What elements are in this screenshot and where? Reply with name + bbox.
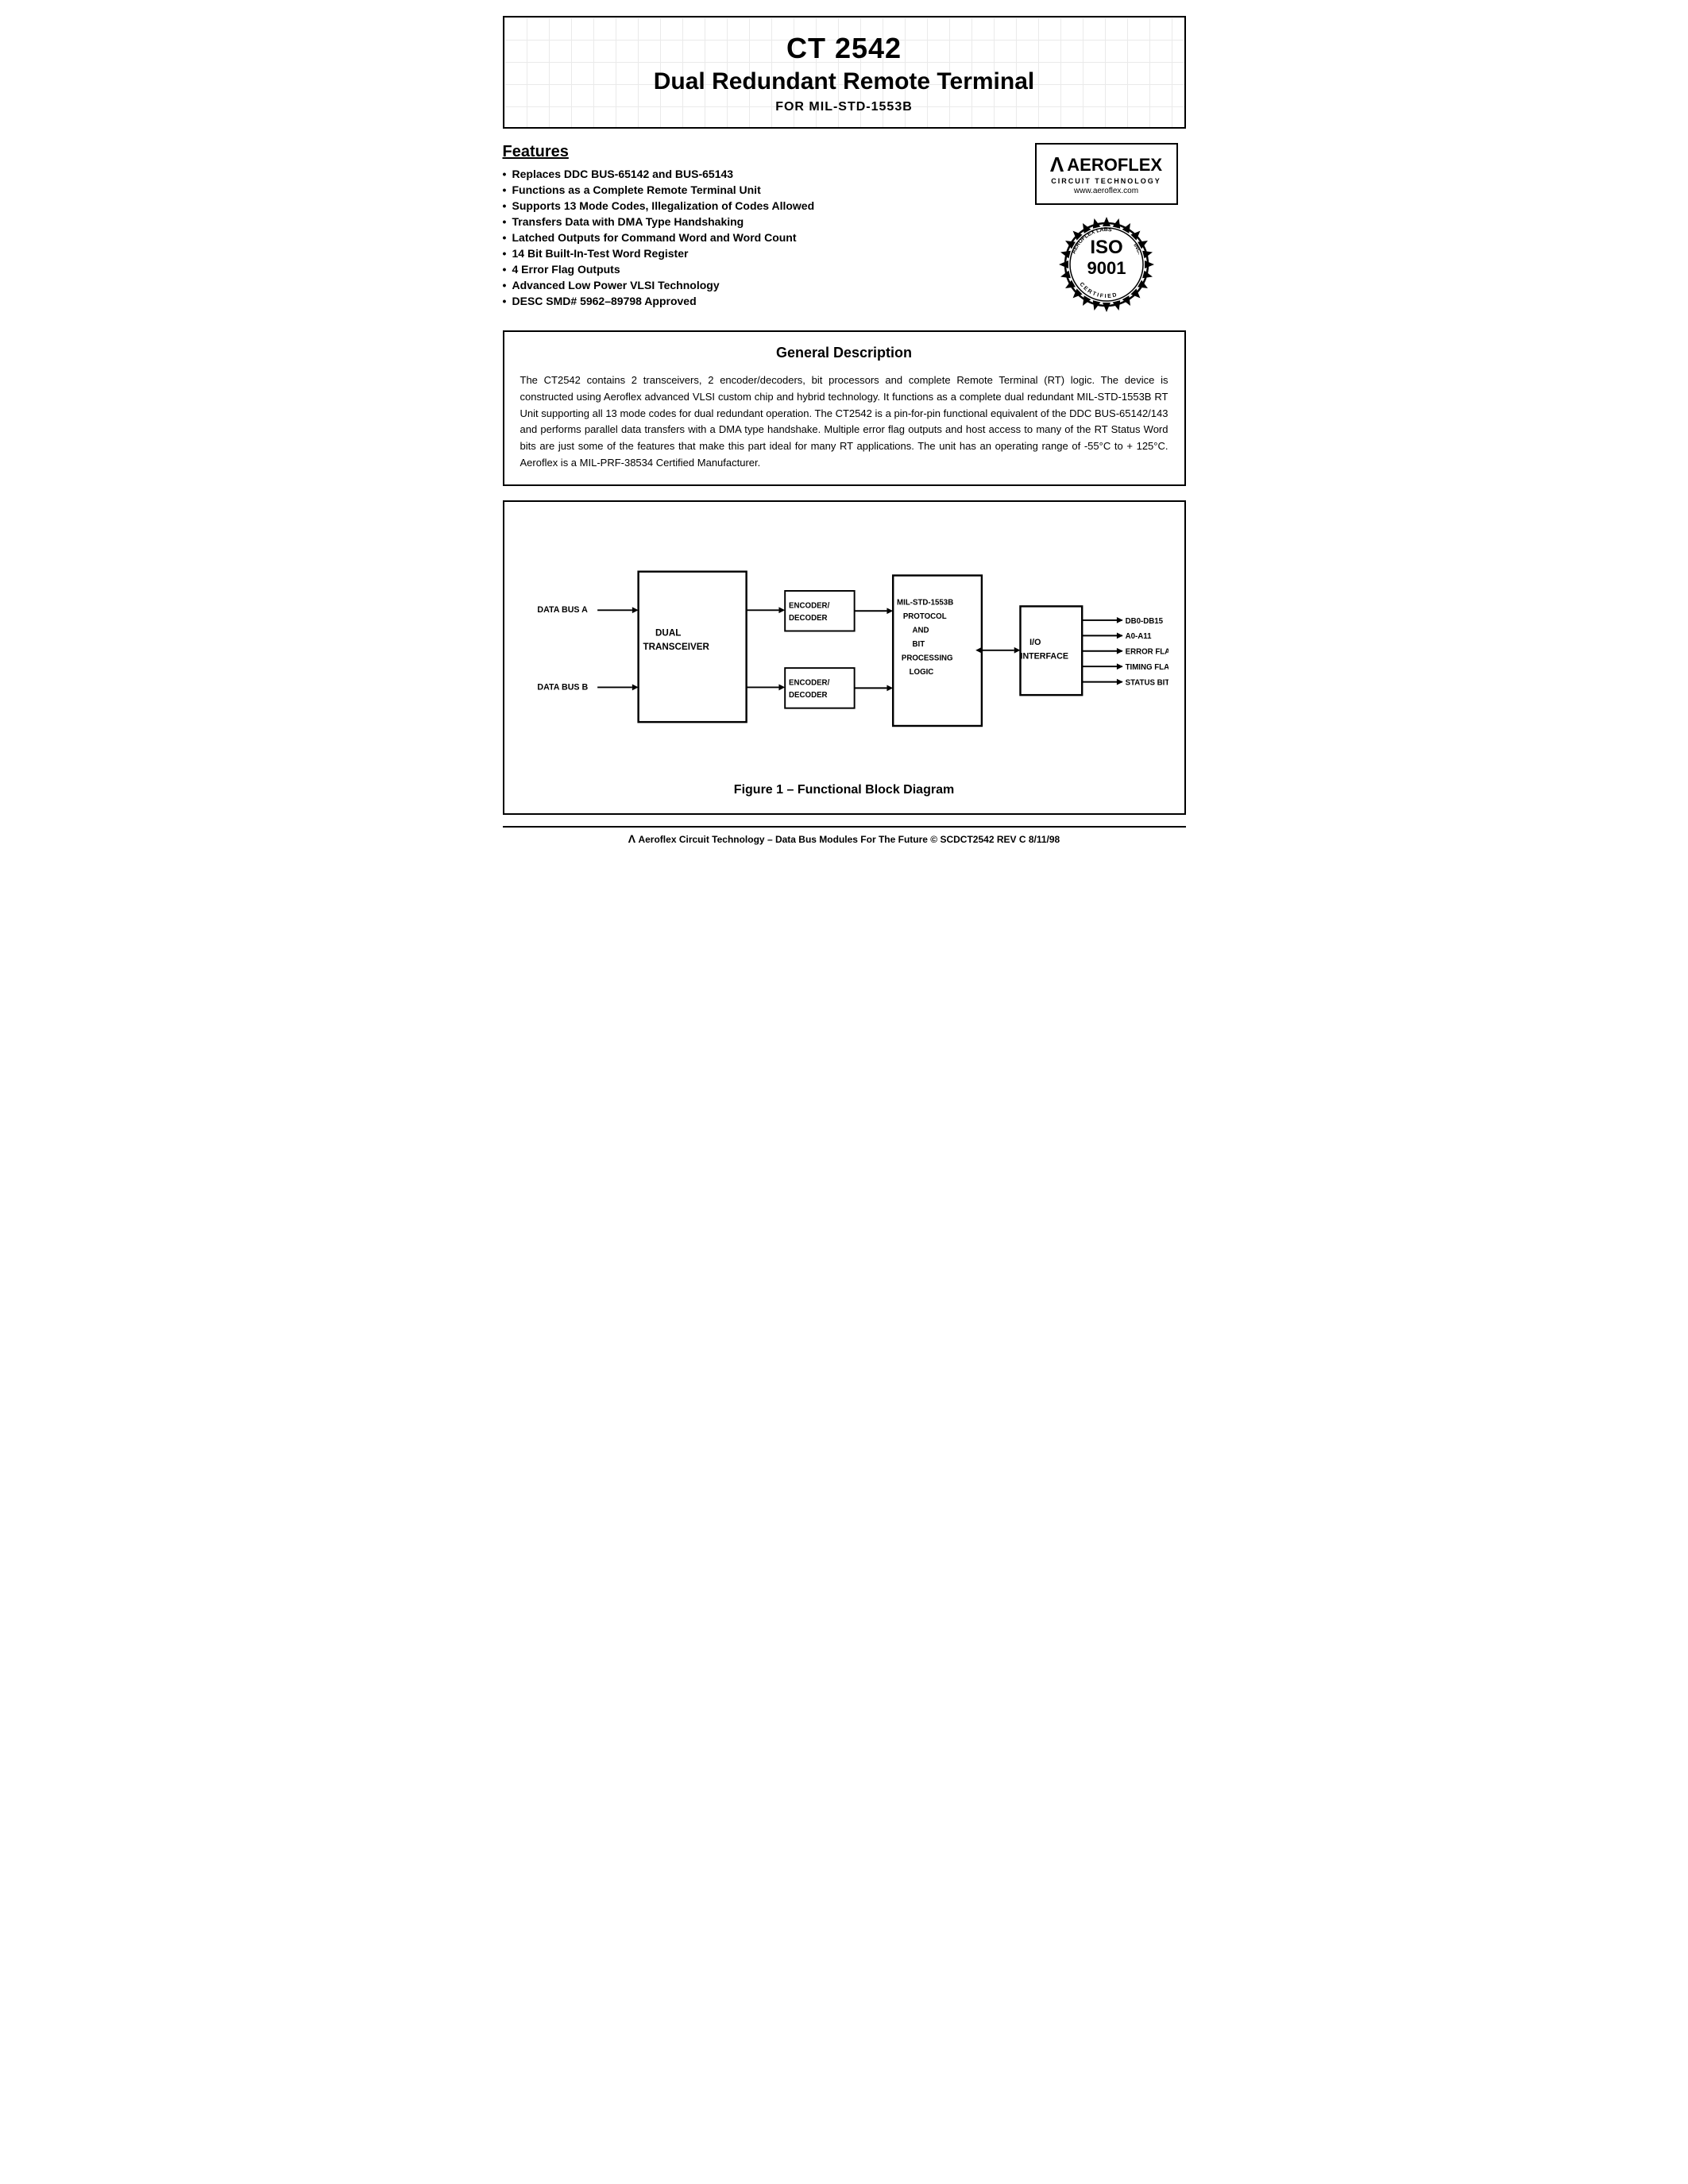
feature-item: Supports 13 Mode Codes, Illegalization o…: [503, 199, 1011, 212]
svg-text:DECODER: DECODER: [789, 614, 828, 623]
features-left: Features Replaces DDC BUS-65142 and BUS-…: [503, 143, 1011, 311]
svg-text:AND: AND: [912, 626, 929, 635]
footer: Λ Aeroflex Circuit Technology – Data Bus…: [503, 826, 1186, 845]
product-standard: FOR MIL-STD-1553B: [520, 100, 1168, 114]
svg-text:ERROR FLAG: ERROR FLAG: [1125, 647, 1168, 656]
features-right: Λ AEROFLEX CIRCUIT TECHNOLOGY www.aerofl…: [1027, 143, 1186, 316]
svg-text:9001: 9001: [1087, 258, 1126, 278]
svg-text:A0-A11: A0-A11: [1125, 632, 1152, 641]
product-name: Dual Redundant Remote Terminal: [520, 68, 1168, 95]
feature-item: 14 Bit Built-In-Test Word Register: [503, 247, 1011, 260]
svg-text:DUAL: DUAL: [655, 627, 681, 638]
svg-text:INTERFACE: INTERFACE: [1020, 651, 1068, 661]
svg-text:PROTOCOL: PROTOCOL: [902, 612, 946, 621]
diagram-title: Figure 1 – Functional Block Diagram: [520, 783, 1168, 797]
diagram-box: DATA BUS A DATA BUS B DUAL TRANSCEIVER: [503, 500, 1186, 815]
feature-item: 4 Error Flag Outputs: [503, 263, 1011, 276]
feature-item: Advanced Low Power VLSI Technology: [503, 279, 1011, 291]
aeroflex-url: www.aeroflex.com: [1049, 187, 1164, 195]
feature-item: Latched Outputs for Command Word and Wor…: [503, 231, 1011, 244]
description-box: General Description The CT2542 contains …: [503, 330, 1186, 486]
aeroflex-A-icon: Λ: [1050, 152, 1064, 177]
header-content: CT 2542 Dual Redundant Remote Terminal F…: [504, 17, 1184, 127]
svg-text:BIT: BIT: [912, 640, 925, 649]
svg-text:ENCODER/: ENCODER/: [789, 678, 830, 687]
svg-text:LOGIC: LOGIC: [909, 668, 933, 677]
svg-text:DB0-DB15: DB0-DB15: [1125, 617, 1163, 626]
description-title: General Description: [520, 345, 1168, 361]
svg-text:MIL-STD-1553B: MIL-STD-1553B: [897, 598, 953, 607]
features-section: Features Replaces DDC BUS-65142 and BUS-…: [503, 143, 1186, 316]
features-heading: Features: [503, 143, 1011, 161]
svg-text:DATA BUS A: DATA BUS A: [537, 605, 588, 615]
iso-badge: ISO 9001 AEROFLEX LABS INC. C E R T I F …: [1055, 213, 1158, 316]
svg-text:ENCODER/: ENCODER/: [789, 601, 830, 610]
svg-text:TRANSCEIVER: TRANSCEIVER: [643, 642, 709, 652]
svg-text:DECODER: DECODER: [789, 691, 828, 700]
svg-text:I/O: I/O: [1029, 638, 1041, 647]
product-number: CT 2542: [520, 32, 1168, 65]
header-box: CT 2542 Dual Redundant Remote Terminal F…: [503, 16, 1186, 129]
svg-text:PROCESSING: PROCESSING: [901, 654, 952, 662]
feature-item: DESC SMD# 5962–89798 Approved: [503, 295, 1011, 307]
block-diagram-svg: DATA BUS A DATA BUS B DUAL TRANSCEIVER: [520, 518, 1168, 772]
aeroflex-name: AEROFLEX: [1067, 155, 1162, 176]
iso-badge-svg: ISO 9001 AEROFLEX LABS INC. C E R T I F …: [1055, 213, 1158, 316]
feature-item: Transfers Data with DMA Type Handshaking: [503, 215, 1011, 228]
svg-text:TIMING FLAGS: TIMING FLAGS: [1125, 663, 1168, 672]
feature-item: Functions as a Complete Remote Terminal …: [503, 183, 1011, 196]
footer-text: Aeroflex Circuit Technology – Data Bus M…: [638, 834, 1060, 845]
feature-item: Replaces DDC BUS-65142 and BUS-65143: [503, 168, 1011, 180]
aeroflex-subtitle: CIRCUIT TECHNOLOGY: [1049, 177, 1164, 185]
svg-text:STATUS BITS: STATUS BITS: [1125, 678, 1168, 687]
footer-aeroflex-icon: Λ: [628, 832, 635, 845]
diagram-svg-container: DATA BUS A DATA BUS B DUAL TRANSCEIVER: [520, 518, 1168, 772]
features-list: Replaces DDC BUS-65142 and BUS-65143 Func…: [503, 168, 1011, 307]
aeroflex-logo-box: Λ AEROFLEX CIRCUIT TECHNOLOGY www.aerofl…: [1035, 143, 1178, 205]
description-text: The CT2542 contains 2 transceivers, 2 en…: [520, 372, 1168, 472]
svg-text:DATA BUS B: DATA BUS B: [537, 682, 588, 692]
svg-text:ISO: ISO: [1090, 237, 1122, 258]
